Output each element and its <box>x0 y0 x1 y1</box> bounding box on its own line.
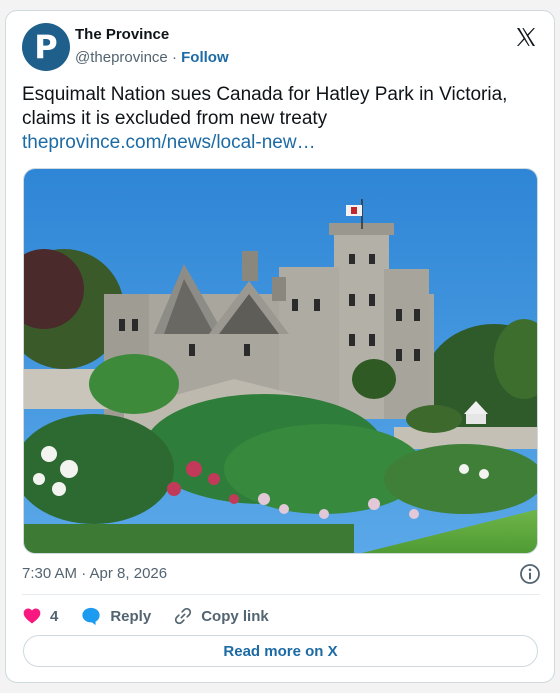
link-icon <box>175 607 192 625</box>
like-count: 4 <box>50 607 59 625</box>
reply-label: Reply <box>110 607 152 625</box>
separator-dot: · <box>171 49 177 66</box>
tweet-text: Esquimalt Nation sues Canada for Hatley … <box>22 84 508 129</box>
follow-button[interactable]: Follow <box>181 49 229 66</box>
divider <box>22 594 540 595</box>
action-bar: 4 Reply Copy link <box>22 603 291 629</box>
tweet-body: Esquimalt Nation sues Canada for Hatley … <box>22 83 540 155</box>
read-more-button[interactable]: Read more on X <box>23 635 538 667</box>
tweet-header: P The Province @theprovince · Follow <box>22 23 540 75</box>
handle-row: @theprovince · Follow <box>75 49 229 66</box>
tweet-card: P The Province @theprovince · Follow Esq… <box>5 10 555 683</box>
tweet-timestamp[interactable]: 7:30 AM · Apr 8, 2026 <box>22 565 167 582</box>
heart-icon <box>23 608 41 624</box>
tweet-image[interactable] <box>23 168 538 554</box>
castle-photo <box>24 169 537 553</box>
x-logo-icon[interactable] <box>514 25 538 49</box>
copy-link-label: Copy link <box>201 607 269 625</box>
read-more-label: Read more on X <box>223 642 338 660</box>
reply-button[interactable]: Reply <box>80 606 151 626</box>
tweet-link[interactable]: theprovince.com/news/local-new… <box>22 131 540 155</box>
copy-link-button[interactable]: Copy link <box>173 606 269 626</box>
info-icon[interactable] <box>519 563 541 585</box>
reply-bubble-icon <box>82 607 100 626</box>
account-handle[interactable]: @theprovince <box>75 49 168 66</box>
like-button[interactable]: 4 <box>22 606 58 626</box>
avatar-letter: P <box>34 28 58 66</box>
avatar[interactable]: P <box>22 23 70 71</box>
account-name[interactable]: The Province <box>75 26 169 43</box>
